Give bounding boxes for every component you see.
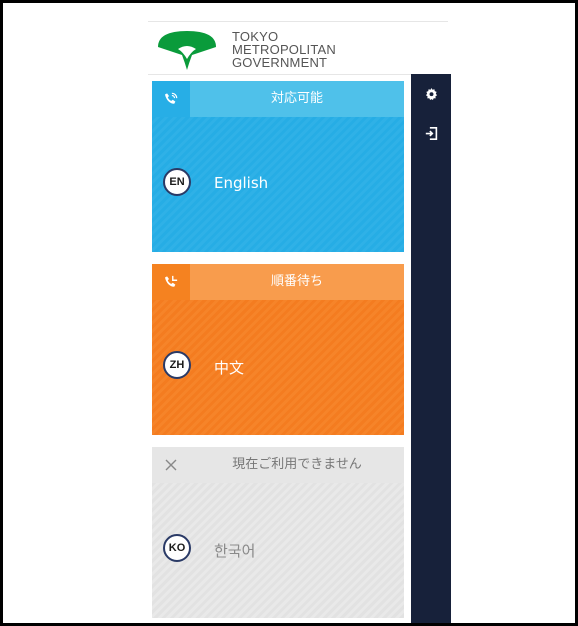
language-card-english[interactable]: 対応可能 EN English <box>152 81 404 252</box>
language-body: EN English <box>152 117 404 252</box>
interpreter-app: TOKYO METROPOLITAN GOVERNMENT 対応可能 EN En… <box>148 21 451 623</box>
language-code-badge: KO <box>163 534 191 562</box>
tokyo-metropolitan-government-logo: TOKYO METROPOLITAN GOVERNMENT <box>148 25 408 75</box>
status-label: 順番待ち <box>270 274 323 289</box>
status-icon-box <box>152 81 190 117</box>
divider <box>148 21 448 22</box>
logo-text: TOKYO METROPOLITAN GOVERNMENT <box>232 30 336 69</box>
language-card-korean: 現在ご利用できません KO 한국어 <box>152 447 404 618</box>
sidebar <box>411 74 451 623</box>
divider <box>148 74 448 75</box>
status-header: 対応可能 <box>152 81 404 117</box>
language-body: KO 한국어 <box>152 483 404 618</box>
status-label: 現在ご利用できません <box>232 457 362 472</box>
settings-button[interactable] <box>411 82 451 106</box>
phone-in-talk-icon <box>164 92 178 104</box>
language-code-badge: ZH <box>163 351 191 379</box>
window-frame: TOKYO METROPOLITAN GOVERNMENT 対応可能 EN En… <box>0 0 578 626</box>
login-button[interactable] <box>411 121 451 145</box>
language-body: ZH 中文 <box>152 300 404 435</box>
status-icon-box <box>152 447 190 483</box>
language-card-chinese[interactable]: 順番待ち ZH 中文 <box>152 264 404 435</box>
status-header: 順番待ち <box>152 264 404 300</box>
close-icon <box>165 459 177 471</box>
sign-in-icon <box>425 126 437 140</box>
status-header: 現在ご利用できません <box>152 447 404 483</box>
ginkgo-leaf-icon <box>158 31 216 70</box>
logo-line-3: GOVERNMENT <box>232 55 328 70</box>
language-name: 中文 <box>214 359 245 377</box>
phone-waiting-icon <box>164 275 178 287</box>
language-code-badge: EN <box>163 168 191 196</box>
language-name: English <box>214 174 269 192</box>
language-name: 한국어 <box>214 542 256 560</box>
status-label: 対応可能 <box>270 91 323 106</box>
status-icon-box <box>152 264 190 300</box>
gear-icon <box>425 87 437 100</box>
